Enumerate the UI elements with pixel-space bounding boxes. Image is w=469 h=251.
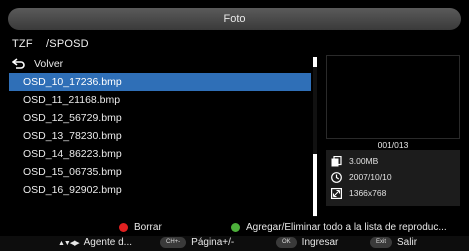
file-date-row: 2007/10/10 <box>331 169 455 185</box>
key-hints-bar: ▲▼◀▶ Agente d... CH+- Página+/- OK Ingre… <box>0 236 469 251</box>
file-list: Volver OSD_10_17236.bmp OSD_11_21168.bmp… <box>9 55 311 217</box>
file-name: OSD_13_78230.bmp <box>23 130 122 142</box>
red-button-icon <box>119 223 128 232</box>
enter-label: Ingresar <box>301 237 339 248</box>
scrollbar-top-marker <box>313 57 317 67</box>
ok-key-badge: OK <box>276 237 297 248</box>
file-name: OSD_11_21168.bmp <box>23 94 121 106</box>
delete-label: Borrar <box>134 222 162 233</box>
file-item[interactable]: OSD_12_56729.bmp <box>9 109 311 127</box>
scrollbar-thumb[interactable] <box>313 154 317 216</box>
arrow-keys-icon: ▲▼◀▶ <box>58 239 80 247</box>
file-item[interactable]: OSD_10_17236.bmp <box>9 73 311 91</box>
navigate-label: Agente d... <box>83 237 132 248</box>
file-item[interactable]: OSD_16_92902.bmp <box>9 181 311 199</box>
clock-icon <box>331 171 342 183</box>
file-name: OSD_10_17236.bmp <box>23 76 122 88</box>
add-remove-all-action[interactable]: Agregar/Eliminar todo a la lista de repr… <box>231 222 447 233</box>
green-button-icon <box>231 223 240 232</box>
file-size: 3.00MB <box>349 156 379 166</box>
page-label: Página+/- <box>191 237 235 248</box>
file-item[interactable]: OSD_15_06735.bmp <box>9 163 311 181</box>
exit-label: Salir <box>397 237 418 248</box>
file-size-icon <box>331 155 342 166</box>
scrollbar[interactable] <box>313 57 317 217</box>
file-date: 2007/10/10 <box>349 172 392 182</box>
file-counter: 001/013 <box>377 140 409 150</box>
delete-action[interactable]: Borrar <box>119 222 162 233</box>
back-item[interactable]: Volver <box>9 55 311 73</box>
file-item[interactable]: OSD_13_78230.bmp <box>9 127 311 145</box>
back-label: Volver <box>34 58 64 70</box>
file-name: OSD_14_86223.bmp <box>23 148 122 160</box>
folder-label: /SPOSD <box>46 38 89 50</box>
page-title: Foto <box>223 13 246 25</box>
back-arrow-icon <box>12 58 25 69</box>
ch-key-badge: CH+- <box>160 237 187 248</box>
exit-hint: Exit Salir <box>370 237 417 248</box>
file-info-panel: 3.00MB 2007/10/10 1366x768 <box>326 150 460 206</box>
exit-key-badge: Exit <box>370 237 393 248</box>
file-resolution-row: 1366x768 <box>331 185 455 201</box>
file-name: OSD_12_56729.bmp <box>23 112 122 124</box>
file-item[interactable]: OSD_11_21168.bmp <box>9 91 311 109</box>
title-bar: Foto <box>8 8 461 30</box>
file-name: OSD_16_92902.bmp <box>23 184 122 196</box>
image-preview <box>326 55 460 139</box>
add-remove-all-label: Agregar/Eliminar todo a la lista de repr… <box>246 222 447 233</box>
resolution-icon <box>331 187 342 199</box>
file-resolution: 1366x768 <box>349 188 387 198</box>
breadcrumb: TZF /SPOSD <box>12 38 89 50</box>
file-size-row: 3.00MB <box>331 153 455 169</box>
source-label: TZF <box>12 38 33 50</box>
enter-hint: OK Ingresar <box>276 237 338 248</box>
page-hint: CH+- Página+/- <box>160 237 234 248</box>
file-name: OSD_15_06735.bmp <box>23 166 122 178</box>
color-key-legend: Borrar Agregar/Eliminar todo a la lista … <box>0 221 469 235</box>
file-item[interactable]: OSD_14_86223.bmp <box>9 145 311 163</box>
navigate-hint: ▲▼◀▶ Agente d... <box>58 237 132 248</box>
